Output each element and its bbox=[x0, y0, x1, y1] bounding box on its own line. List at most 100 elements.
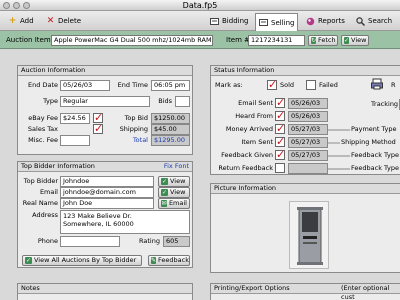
heard-from-date: 05/26/03 bbox=[288, 111, 328, 122]
fetch-icon: ↻ bbox=[311, 37, 317, 44]
view-email-button[interactable]: ✓ View bbox=[158, 187, 190, 198]
printing-title: Printing/Export Options bbox=[214, 284, 290, 292]
add-label: Add bbox=[20, 17, 34, 25]
view-label: View bbox=[351, 36, 367, 44]
view-auction-button[interactable]: ✓ View bbox=[341, 35, 369, 46]
zoom-window-button[interactable] bbox=[23, 2, 30, 9]
panel-title: Picture Information bbox=[211, 184, 400, 194]
sales-tax-checkbox[interactable] bbox=[93, 122, 103, 135]
email-button-label: Email bbox=[168, 199, 187, 207]
misc-fee-field[interactable] bbox=[60, 135, 90, 146]
toolbar: + Add ✕ Delete Bidding Selling Reports S… bbox=[0, 11, 400, 31]
item-sent-label: Item Sent bbox=[241, 138, 273, 146]
tab-reports[interactable]: Reports bbox=[302, 14, 349, 28]
printing-export-panel: Printing/Export Options (Enter optional … bbox=[210, 283, 400, 300]
feedback-given-checkbox[interactable] bbox=[275, 148, 285, 161]
minimize-window-button[interactable] bbox=[13, 2, 20, 9]
end-time-field[interactable]: 06:05 pm bbox=[151, 80, 190, 91]
sales-tax-label: Sales Tax bbox=[27, 125, 58, 133]
total-label: Total bbox=[132, 136, 148, 144]
printing-hint: (Enter optional cust bbox=[341, 284, 390, 300]
address-label: Address bbox=[32, 211, 58, 219]
failed-label: Failed bbox=[319, 81, 338, 89]
real-name-field[interactable]: John Doe bbox=[60, 198, 154, 209]
end-time-label: End Time bbox=[117, 81, 148, 89]
shipping-label: Shipping bbox=[119, 125, 148, 133]
feedback-icon: ✎ bbox=[151, 257, 157, 264]
top-bidder-field[interactable]: Johndoe bbox=[60, 176, 154, 187]
feedback-given-label: Feedback Given bbox=[221, 151, 273, 159]
end-date-field[interactable]: 05/26/03 bbox=[60, 80, 110, 91]
real-name-label: Real Name bbox=[22, 199, 58, 207]
email-sent-checkbox[interactable] bbox=[275, 96, 285, 109]
top-bidder-panel: Top Bidder Information Fix Font Top Bidd… bbox=[17, 161, 193, 268]
item-number-field[interactable]: 1217234131 bbox=[248, 35, 305, 46]
view-icon: ✓ bbox=[161, 178, 168, 185]
delete-button[interactable]: ✕ Delete bbox=[42, 14, 85, 28]
delete-label: Delete bbox=[58, 17, 81, 25]
auction-item-label: Auction Item bbox=[6, 36, 51, 44]
feedback-button[interactable]: ✎ Feedback bbox=[148, 255, 190, 266]
notes-panel: Notes bbox=[17, 283, 193, 300]
feedback-type-label: Feedback Type bbox=[351, 151, 399, 159]
delete-icon: ✕ bbox=[46, 16, 55, 26]
feedback-given-date: 05/27/03 bbox=[288, 150, 328, 161]
bidding-label: Bidding bbox=[222, 17, 249, 25]
view-all-auctions-button[interactable]: ✓ View All Auctions By Top Bidder bbox=[22, 255, 142, 266]
total-value: $1295.00 bbox=[151, 135, 190, 146]
return-feedback-checkbox[interactable] bbox=[275, 163, 285, 173]
auction-info-panel: Auction Information End Date 05/26/03 En… bbox=[17, 65, 193, 155]
panel-title: Printing/Export Options (Enter optional … bbox=[211, 284, 400, 300]
close-window-button[interactable] bbox=[3, 2, 10, 9]
money-arrived-checkbox[interactable] bbox=[275, 122, 285, 135]
selling-icon bbox=[259, 18, 268, 27]
bids-label: Bids bbox=[158, 97, 172, 105]
mark-as-label: Mark as: bbox=[215, 81, 243, 89]
bids-field[interactable] bbox=[175, 96, 190, 107]
email-label: Email bbox=[39, 188, 58, 196]
app-window: Data.fp5 + Add ✕ Delete Bidding Selling bbox=[0, 0, 400, 300]
return-feedback-type-label: Feedback Type bbox=[351, 164, 399, 172]
panel-title: Auction Information bbox=[18, 66, 192, 76]
fix-font-link[interactable]: Fix Font bbox=[164, 162, 189, 171]
failed-checkbox[interactable] bbox=[306, 80, 316, 90]
email-field[interactable]: johndoe@domain.com bbox=[60, 187, 154, 198]
tracking-label: Tracking bbox=[371, 100, 399, 108]
address-field[interactable]: 123 Make Believe Dr. Somewhere, IL 60000 bbox=[60, 210, 190, 234]
add-button[interactable]: + Add bbox=[4, 14, 38, 28]
title-bar: Data.fp5 bbox=[0, 0, 400, 11]
address-line-1: 123 Make Believe Dr. bbox=[63, 212, 132, 220]
print-icon[interactable] bbox=[371, 78, 383, 90]
view-icon: ✓ bbox=[25, 257, 32, 264]
powermac-tower-image bbox=[297, 207, 323, 265]
email-button[interactable]: ✉ Email bbox=[158, 198, 190, 209]
add-icon: + bbox=[8, 16, 17, 26]
panel-title: Status Information bbox=[211, 66, 400, 76]
end-date-label: End Date bbox=[28, 81, 58, 89]
heard-from-checkbox[interactable] bbox=[275, 109, 285, 122]
search-button[interactable]: Search bbox=[352, 14, 396, 28]
view-all-label: View All Auctions By Top Bidder bbox=[34, 256, 137, 264]
fetch-button[interactable]: ↻ Fetch bbox=[308, 35, 338, 46]
item-sent-checkbox[interactable] bbox=[275, 135, 285, 148]
return-feedback-date bbox=[288, 163, 328, 174]
view-bidder-button[interactable]: ✓ View bbox=[158, 176, 190, 187]
type-field[interactable]: Regular bbox=[60, 96, 150, 107]
item-number-label: Item # bbox=[226, 36, 251, 44]
tab-bidding[interactable]: Bidding bbox=[206, 14, 252, 28]
auction-item-field[interactable]: Apple PowerMac G4 Dual 500 mhz/1024mb RA… bbox=[51, 35, 213, 46]
tab-selling[interactable]: Selling bbox=[255, 13, 299, 31]
phone-field[interactable] bbox=[60, 236, 120, 247]
panel-title: Top Bidder Information Fix Font bbox=[18, 162, 192, 172]
view-icon: ✓ bbox=[344, 37, 350, 44]
misc-fee-label: Misc. Fee bbox=[28, 136, 58, 144]
ebay-fee-field[interactable]: $24.56 bbox=[60, 113, 90, 124]
reports-icon bbox=[306, 17, 315, 26]
email-sent-date: 05/26/03 bbox=[288, 98, 328, 109]
email-icon: ✉ bbox=[161, 200, 167, 207]
view-label: View bbox=[170, 177, 186, 185]
sold-checkbox[interactable] bbox=[267, 78, 277, 91]
view-label: View bbox=[170, 188, 186, 196]
rating-value: 605 bbox=[163, 236, 190, 247]
search-label: Search bbox=[368, 17, 393, 25]
